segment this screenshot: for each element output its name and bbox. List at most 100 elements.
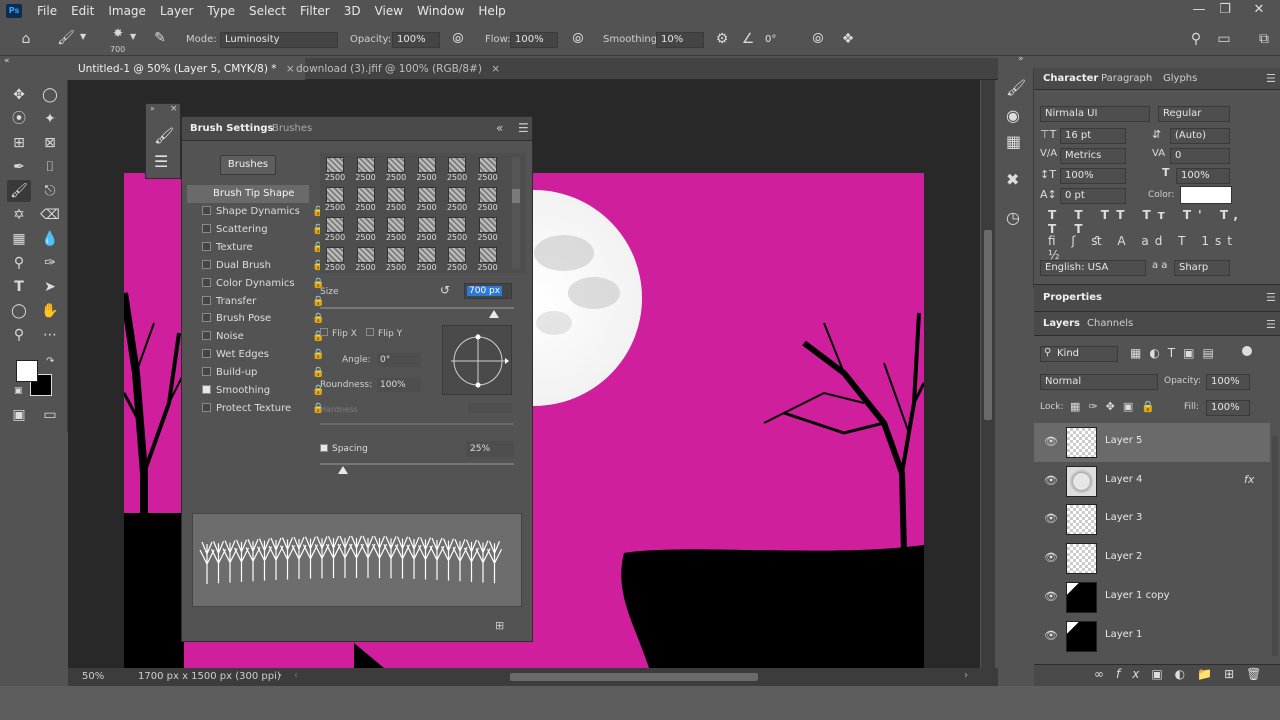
pressure-opacity-icon[interactable]: ⦾ [448, 31, 468, 47]
3d-icon[interactable]: ◉ [1006, 106, 1020, 125]
history-brush-tool-icon[interactable]: ✡ [7, 204, 31, 226]
spacing-slider[interactable] [320, 463, 514, 465]
lock-icon[interactable]: 🔒 [312, 346, 324, 364]
tab-glyphs[interactable]: Glyphs [1156, 68, 1204, 90]
menu-type[interactable]: Type [200, 0, 242, 22]
checkbox[interactable] [202, 241, 211, 251]
brush-option-noise[interactable]: Noise 🔒 [202, 328, 324, 346]
layer-row[interactable]: 👁 Layer 1 copy [1034, 578, 1270, 617]
tip-grid-scrollbar[interactable] [512, 189, 520, 203]
gear-icon[interactable]: ⚙ [712, 31, 732, 47]
blend-mode-select[interactable]: Normal [1040, 374, 1158, 390]
layer-opacity-field[interactable]: 100% [1206, 374, 1250, 390]
visibility-eye-icon[interactable]: 👁 [1044, 474, 1058, 487]
panel-menu-icon[interactable]: ☰ [1266, 72, 1276, 85]
menu-3d[interactable]: 3D [337, 0, 368, 22]
layer-row[interactable]: 👁 Layer 4 fx [1034, 462, 1270, 501]
eyedropper-tool-icon[interactable]: ✒ [7, 156, 31, 178]
layers-scrollbar[interactable] [1272, 436, 1278, 656]
layer-filter-icons[interactable]: ▦◐T▣▤ [1130, 346, 1222, 360]
collapse-icon[interactable]: « [496, 121, 503, 135]
shape-tool-icon[interactable]: ◯ [7, 300, 31, 322]
chevron-right-icon[interactable]: › [278, 670, 282, 681]
reset-size-icon[interactable]: ↺ [440, 283, 450, 297]
layer-name[interactable]: Layer 5 [1105, 435, 1142, 446]
vertical-scrollbar-track[interactable] [981, 80, 995, 668]
marquee-tool-icon[interactable]: ◯ [38, 84, 62, 106]
share-icon[interactable]: ⧉ [1254, 31, 1274, 47]
size-field[interactable]: 700 px [464, 283, 512, 299]
text-color-swatch[interactable] [1180, 186, 1232, 204]
search-icon[interactable]: ⚲ [1186, 31, 1206, 47]
pen-tool-icon[interactable]: ✑ [38, 252, 62, 274]
brush-settings-icon[interactable]: 🖌 [1006, 78, 1026, 97]
dodge-tool-icon[interactable]: ⚲ [7, 252, 31, 274]
visibility-eye-icon[interactable]: 👁 [1044, 512, 1058, 525]
angle-roundness-widget[interactable] [442, 325, 512, 395]
checkbox[interactable] [202, 331, 211, 341]
brushes-icon[interactable]: ☰ [154, 152, 168, 171]
layer-row[interactable]: 👁 Layer 2 [1034, 539, 1270, 578]
filter-toggle-icon[interactable] [1242, 346, 1252, 356]
frame-tool-icon[interactable]: ⊠ [38, 132, 62, 154]
smoothing-field[interactable]: 10% [656, 32, 704, 48]
horizontal-scale-field[interactable]: 100% [1176, 168, 1230, 184]
brush-tip-preset[interactable]: 2500 [320, 157, 350, 187]
antialias-select[interactable]: Sharp [1174, 260, 1230, 276]
opentype-buttons[interactable]: ﬁ ʃ ﬆ A ad T 1st ½ [1048, 234, 1248, 262]
quick-select-tool-icon[interactable]: ✦ [38, 108, 62, 130]
expand-icon[interactable]: » [1018, 54, 1024, 64]
home-icon[interactable]: ⌂ [16, 31, 36, 47]
size-slider[interactable] [320, 307, 514, 309]
lock-icon[interactable]: 🔒 [312, 310, 324, 328]
brush-tip-preset[interactable]: 2500 [351, 157, 381, 187]
menu-file[interactable]: File [30, 0, 64, 22]
brush-option-texture[interactable]: Texture 🔒 [202, 239, 324, 257]
brush-option-transfer[interactable]: Transfer 🔒 [202, 293, 324, 311]
menu-edit[interactable]: Edit [64, 0, 101, 22]
visibility-eye-icon[interactable]: 👁 [1044, 590, 1058, 603]
menu-window[interactable]: Window [410, 0, 471, 22]
symmetry-icon[interactable]: ❖ [838, 31, 858, 47]
layer-row[interactable]: 👁 Layer 3 [1034, 500, 1270, 539]
collapse-arrows-icon[interactable]: « [4, 56, 10, 66]
vertical-scrollbar-thumb[interactable] [984, 230, 992, 420]
crop-tool-icon[interactable]: ⊞ [7, 132, 31, 154]
swap-colors-icon[interactable]: ↷ [46, 356, 54, 367]
flip-y-checkbox[interactable]: Flip Y [366, 328, 402, 339]
chevron-down-icon[interactable]: ▼ [80, 32, 86, 41]
photoshop-logo[interactable]: Ps [6, 4, 22, 18]
flip-x-checkbox[interactable]: Flip X [320, 328, 357, 339]
size-slider-thumb[interactable] [489, 310, 499, 318]
language-select[interactable]: English: USA [1040, 260, 1146, 276]
panel-menu-icon[interactable]: ☰ [1266, 318, 1276, 331]
brush-settings-icon[interactable]: 🖌 [154, 126, 174, 145]
checkbox[interactable] [202, 367, 211, 377]
panel-menu-icon[interactable]: ☰ [518, 121, 529, 135]
brush-tip-preset[interactable]: 2500 [412, 217, 442, 247]
brush-tip-preset[interactable]: 2500 [320, 217, 350, 247]
brush-tip-preset[interactable]: 2500 [381, 157, 411, 187]
menu-layer[interactable]: Layer [153, 0, 200, 22]
path-select-tool-icon[interactable]: ➤ [38, 276, 62, 298]
tools-icon[interactable]: ✖ [1006, 170, 1019, 189]
spacing-field[interactable]: 25% [466, 441, 514, 457]
brushes-button[interactable]: Brushes [220, 155, 276, 175]
layer-row[interactable]: 👁 Layer 5 [1034, 423, 1270, 462]
close-window-icon[interactable]: ✕ [1244, 0, 1274, 22]
leading-field[interactable]: (Auto) [1170, 128, 1230, 144]
brush-tip-shape-item[interactable]: Brush Tip Shape [187, 185, 309, 203]
checkbox[interactable] [202, 206, 211, 215]
layer-name[interactable]: Layer 3 [1105, 512, 1142, 523]
brush-tip-preset[interactable]: 2500 [381, 247, 411, 277]
text-style-buttons[interactable]: T T TT Tт T' T, T T [1048, 208, 1248, 236]
layer-name[interactable]: Layer 2 [1105, 551, 1142, 562]
brush-tip-preset[interactable]: 2500 [473, 247, 503, 277]
airbrush-icon[interactable]: ⦾ [568, 31, 588, 47]
tab-channels[interactable]: Channels [1080, 313, 1140, 335]
menu-help[interactable]: Help [471, 0, 512, 22]
menu-image[interactable]: Image [101, 0, 153, 22]
brush-tip-preset[interactable]: 2500 [442, 157, 472, 187]
checkbox[interactable] [202, 385, 211, 394]
zoom-tool-icon[interactable]: ⚲ [7, 324, 31, 346]
